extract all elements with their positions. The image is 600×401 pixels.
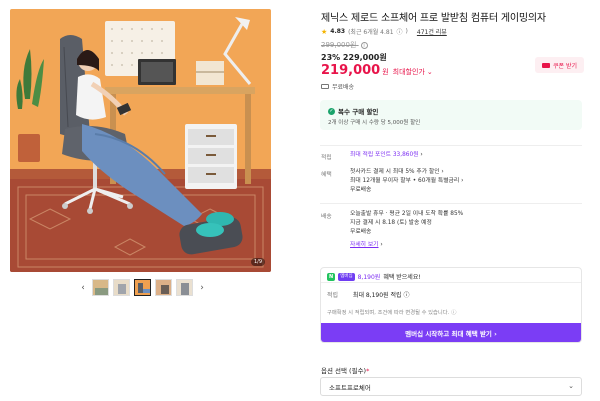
thumbnail-5[interactable] <box>176 279 193 296</box>
membership-note: 구매확정 시 적립되며, 조건에 따라 변경될 수 있습니다. ⓘ <box>327 308 456 316</box>
discount-price: 23% 229,000원 <box>321 53 387 62</box>
chevron-right-icon: › <box>380 242 383 248</box>
info-icon[interactable]: ⓘ <box>451 310 456 316</box>
membership-amount: 8,190원 <box>357 274 381 281</box>
product-title: 제닉스 제로드 소프체어 프로 발받침 컴퓨터 게이밍의자 <box>321 13 546 24</box>
star-icon: ★ <box>321 27 328 36</box>
truck-icon <box>321 84 329 89</box>
thumbnail-1[interactable] <box>92 279 109 296</box>
sale-price-row[interactable]: 219,000 원 최대할인가 ⌄ <box>321 63 433 78</box>
delivery-label: 배송 <box>321 214 332 220</box>
coupon-icon <box>542 62 550 68</box>
membership-note-text: 구매확정 시 적립되며, 조건에 따라 변경될 수 있습니다. <box>327 310 450 316</box>
membership-badge: 멤버십 <box>338 272 355 281</box>
membership-points-row: 적립 최대 8,190원 적립 ⓘ <box>327 290 409 299</box>
delivery-line-dispatch: 지금 결제 시 8.18 (토) 발송 예정 <box>350 220 432 226</box>
product-info-panel: 제닉스 제로드 소프체어 프로 발받침 컴퓨터 게이밍의자 ★ 4.83 (최근… <box>320 0 590 401</box>
divider <box>321 282 581 283</box>
multi-discount-heading: 복수 구매 할인 <box>338 108 379 116</box>
chevron-down-icon: ⌄ <box>426 68 433 76</box>
sale-currency: 원 <box>382 68 389 76</box>
multi-discount-title: ✓ 복수 구매 할인 <box>328 106 378 116</box>
price-info-icon[interactable]: i <box>360 42 368 49</box>
membership-box: N 멤버십 8,190원 혜택 받으세요! 적립 최대 8,190원 적립 ⓘ … <box>320 267 582 343</box>
thumbnail-4[interactable] <box>155 279 172 296</box>
membership-cta-button[interactable]: 멤버십 시작하고 최대 혜택 받기 › <box>321 323 581 342</box>
product-main-image[interactable]: 1/9 <box>10 9 271 272</box>
membership-points-label: 적립 <box>327 292 339 299</box>
points-label: 적립 <box>321 155 332 161</box>
divider <box>320 203 582 204</box>
check-circle-icon: ✓ <box>328 107 335 115</box>
next-arrow-icon[interactable]: › <box>197 283 207 293</box>
multi-discount-description: 2개 이상 구매 시 수량 당 5,000원 할인 <box>328 120 421 126</box>
points-value: 최대 적립 포인트 33,860원 <box>350 152 419 158</box>
rating-note-close: ) <box>405 28 408 35</box>
coupon-button[interactable]: 쿠폰 받기 <box>535 57 584 73</box>
delivery-list: 오늘출발 휴무 · 평균 2일 이내 도착 확률 85% 지금 결제 시 8.1… <box>350 210 463 250</box>
thumbnail-strip: ‹ › <box>78 279 207 296</box>
perk-installment[interactable]: 최대 12개월 무이자 할부 • 60개월 특별금리 › <box>350 177 463 186</box>
rating-row: ★ 4.83 (최근 6개월 4.81 ⓘ) 471건 리뷰 <box>321 27 447 37</box>
info-icon[interactable]: ⓘ <box>397 27 403 36</box>
points-value-row[interactable]: 최대 적립 포인트 33,860원 › <box>350 151 423 160</box>
naver-n-badge: N <box>327 272 336 281</box>
membership-points-value: 최대 8,190원 적립 <box>352 292 402 299</box>
prev-arrow-icon[interactable]: ‹ <box>78 283 88 293</box>
thumbnail-2[interactable] <box>113 279 130 296</box>
shipping-row: 무료배송 <box>321 82 354 91</box>
delivery-line-today: 오늘출발 휴무 · 평균 2일 이내 도착 확률 85% <box>350 211 464 217</box>
photo-counter: 1/9 <box>250 258 265 266</box>
perk-free-shipping: 무료배송 <box>350 187 372 193</box>
perk-card-discount[interactable]: 첫사카드 결제 시 최대 5% 추가 할인 › <box>350 168 463 177</box>
shipping-text: 무료배송 <box>332 84 355 91</box>
membership-header: N 멤버십 8,190원 혜택 받으세요! <box>327 272 421 281</box>
delivery-line-free: 무료배송 <box>350 229 372 235</box>
info-icon[interactable]: ⓘ <box>403 292 409 299</box>
rating-note: (최근 6개월 4.81 <box>348 29 394 36</box>
option-label-text: 옵션 선택 (필수) <box>321 367 367 375</box>
detail-link-row[interactable]: 자세히 보기 › <box>350 241 463 250</box>
divider <box>320 145 582 146</box>
option-selected-value: 소프트프로체어 <box>329 383 371 392</box>
thumbnail-3-selected[interactable] <box>134 279 151 296</box>
coupon-label: 쿠폰 받기 <box>553 62 577 70</box>
chevron-down-icon: ⌄ <box>568 382 574 390</box>
option-select-label: 옵션 선택 (필수)* <box>321 365 369 375</box>
required-mark: * <box>366 367 370 375</box>
option-select-dropdown[interactable]: 소프트프로체어 ⌄ <box>320 377 582 396</box>
perks-list: 첫사카드 결제 시 최대 5% 추가 할인 › 최대 12개월 무이자 할부 •… <box>350 168 463 195</box>
review-count-link[interactable]: 471건 리뷰 <box>417 27 447 36</box>
original-price: 299,000원 i <box>321 40 368 50</box>
original-price-text: 299,000원 <box>321 41 357 49</box>
sale-price: 219,000 <box>321 63 381 78</box>
product-photo-illustration <box>10 9 271 272</box>
membership-headline: 혜택 받으세요! <box>383 274 421 281</box>
perks-label: 혜택 <box>321 172 332 178</box>
rating-score: 4.83 <box>330 28 346 35</box>
detail-link[interactable]: 자세히 보기 <box>350 242 379 248</box>
max-discount-label: 최대할인가 <box>392 68 425 76</box>
chevron-right-icon: › <box>420 152 423 158</box>
multi-purchase-discount-box: ✓ 복수 구매 할인 2개 이상 구매 시 수량 당 5,000원 할인 <box>320 100 582 130</box>
